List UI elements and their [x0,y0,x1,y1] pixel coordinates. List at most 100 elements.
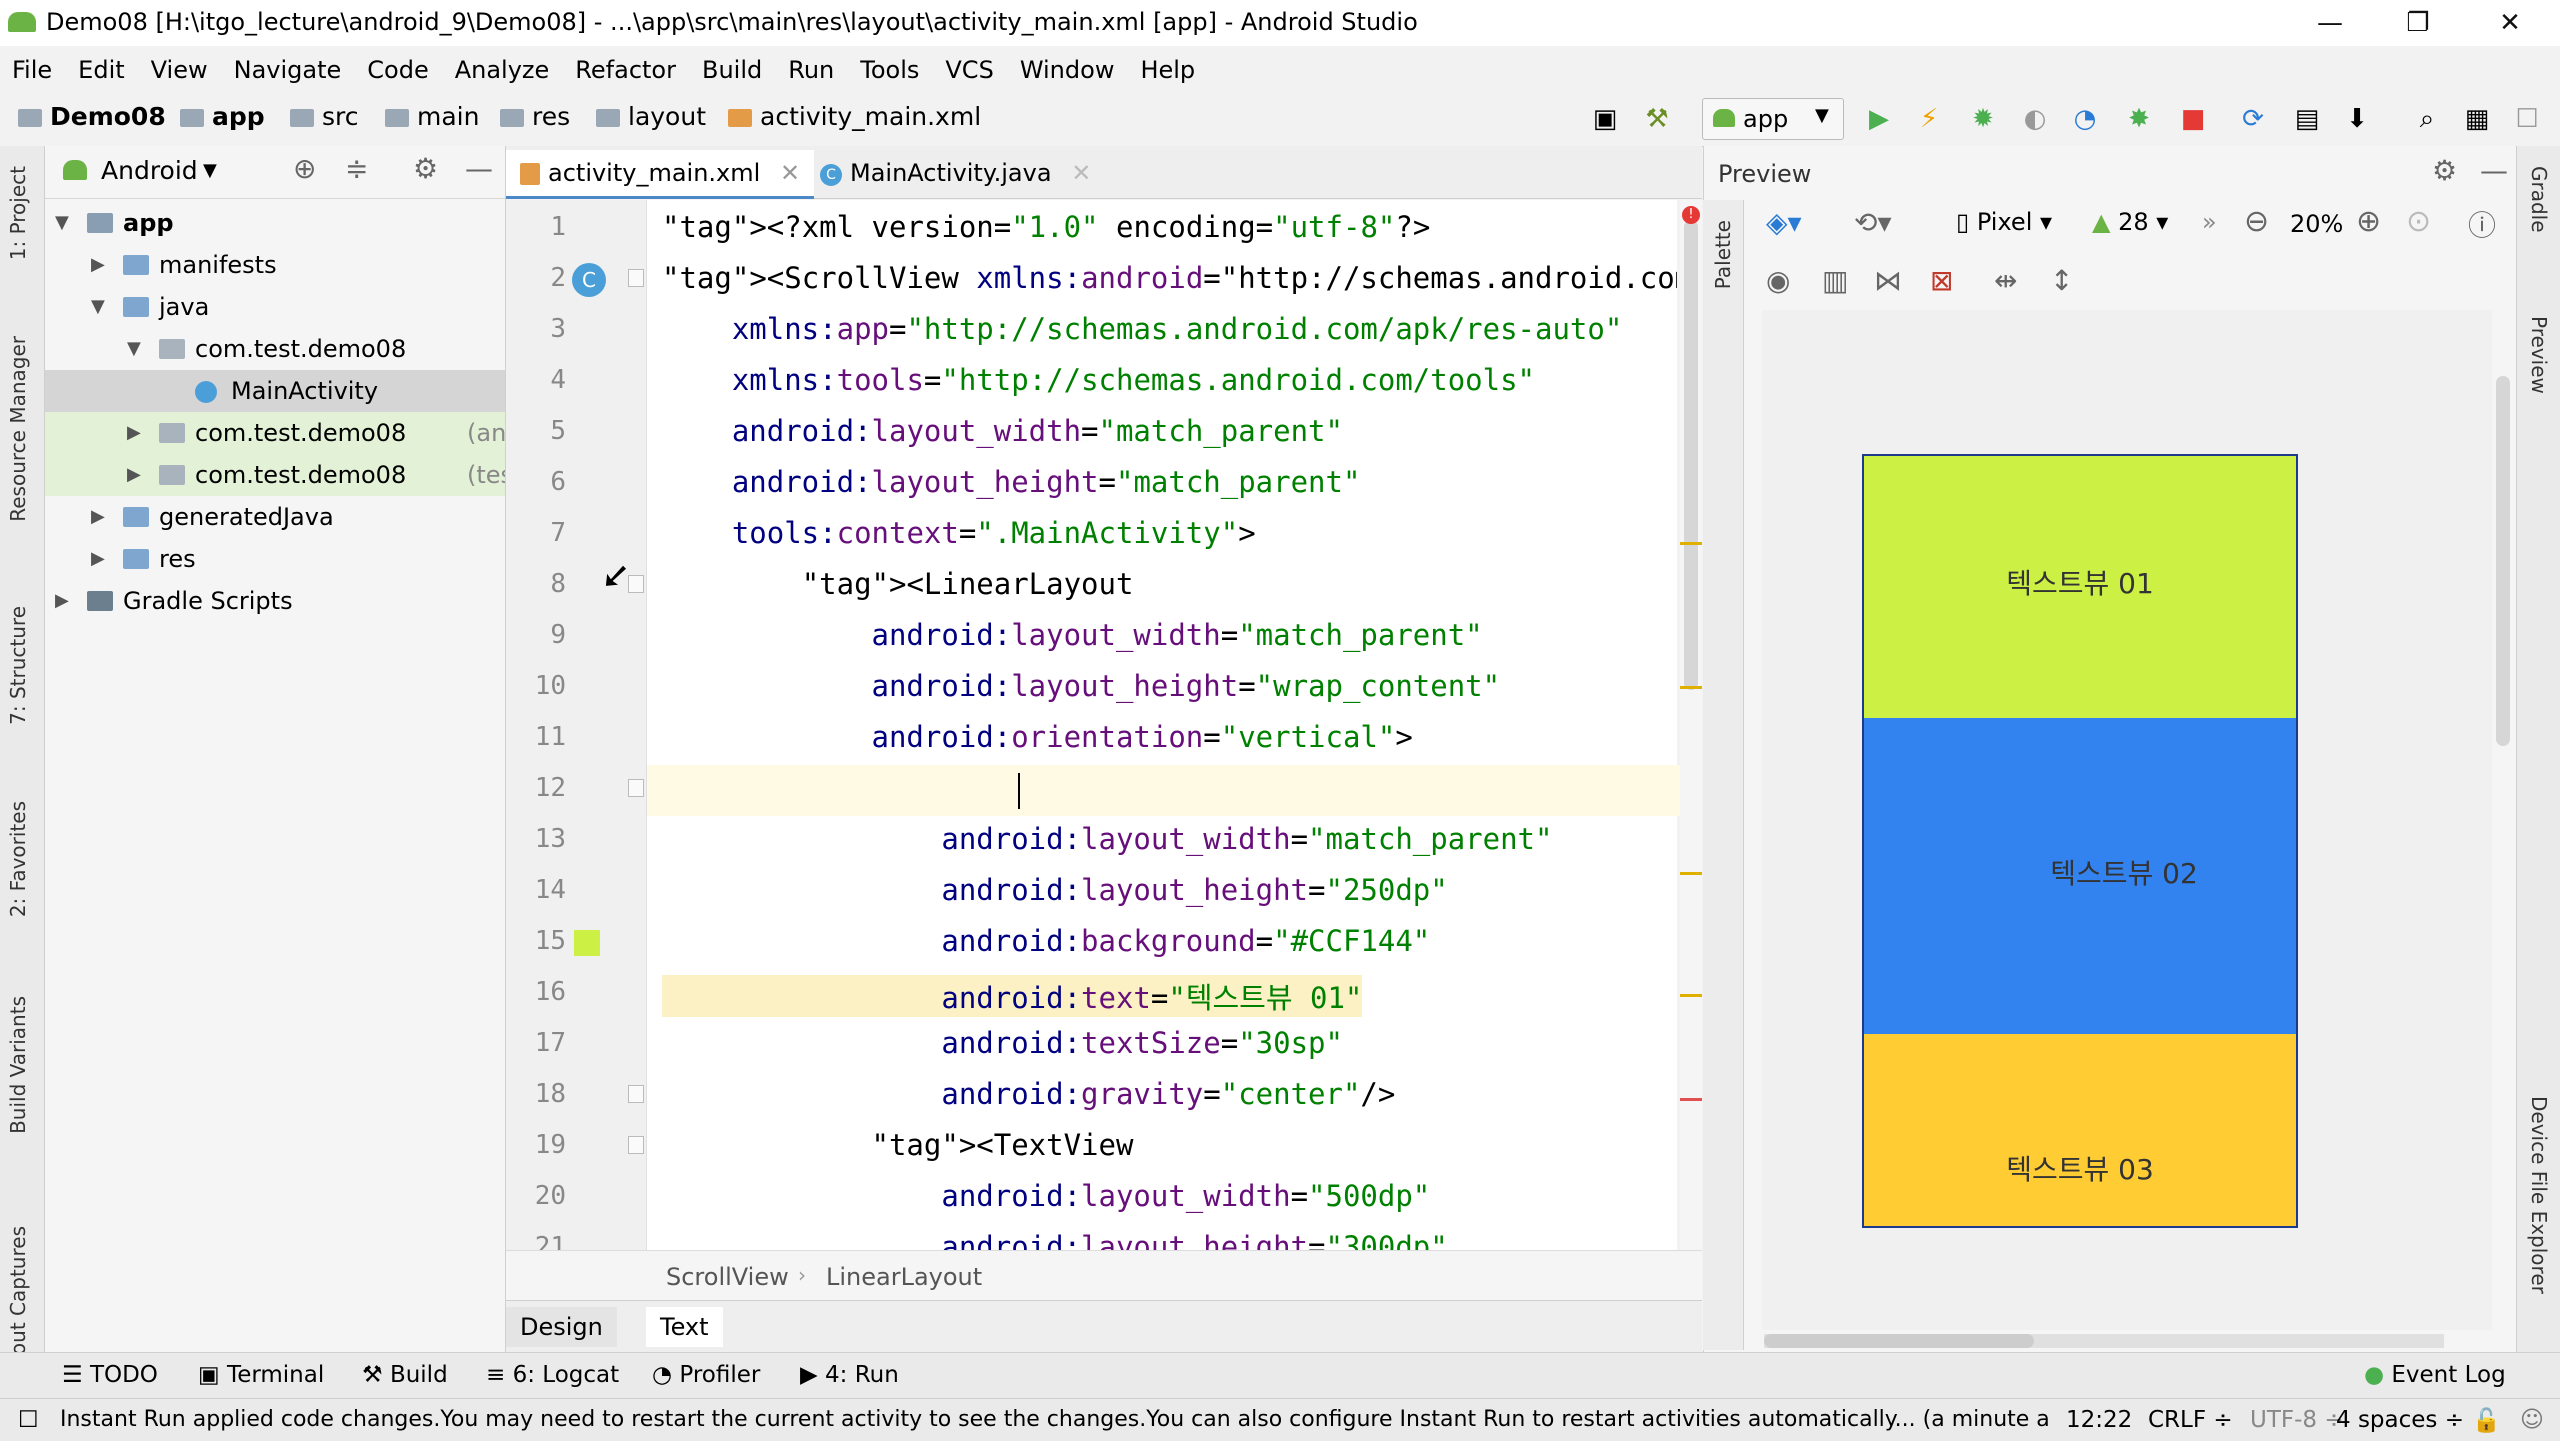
chevron-right-icon[interactable]: ▶ [55,580,69,622]
gear-icon[interactable]: ⚙ [413,152,438,185]
class-link-icon[interactable]: C [572,263,606,297]
minimize-button[interactable]: — [2300,4,2360,42]
line-separator[interactable]: CRLF ÷ [2148,1407,2233,1433]
device-dropdown[interactable]: ▯ Pixel ▾ [1956,208,2052,236]
pack-icon[interactable]: ⇹ [1994,264,2017,297]
tab-build-variants[interactable]: Build Variants [6,996,30,1134]
locate-icon[interactable]: ⊕ [293,152,316,185]
close-tab-icon[interactable]: ✕ [1071,159,1091,187]
tree-item[interactable]: ▶ generatedJava [45,496,505,538]
zoom-out-icon[interactable]: ⊖ [2244,204,2269,239]
gear-icon[interactable]: ⚙ [2432,154,2457,187]
autoconnect-icon[interactable]: ⋈ [1874,264,1902,297]
tab-text[interactable]: Text [646,1307,723,1347]
attach-debugger-icon[interactable]: ✸ [2122,102,2156,136]
fold-icon[interactable] [628,269,644,287]
clear-constraints-icon[interactable]: ⊠ [1930,264,1953,297]
orientation-icon[interactable]: ⟲▾ [1854,206,1892,239]
code-line[interactable]: android:layout_height="wrap_content" [662,669,1501,703]
fold-icon[interactable] [628,779,644,797]
code-line[interactable]: xmlns:tools="http://schemas.android.com/… [662,363,1535,397]
more-icon[interactable]: » [2202,208,2217,236]
breadcrumb-file[interactable]: activity_main.xml [728,102,981,131]
code-line[interactable]: "tag"><ScrollView xmlns:android="http://… [662,261,1677,295]
menu-navigate[interactable]: Navigate [234,46,342,84]
tree-item[interactable]: ▼ com.test.demo08 [45,328,505,370]
menu-window[interactable]: Window [1020,46,1115,84]
chevron-down-icon[interactable]: ▼ [203,160,217,181]
file-encoding[interactable]: UTF-8 ÷ [2250,1407,2344,1433]
project-structure-icon[interactable]: ▦ [2460,102,2494,136]
palette-tab[interactable]: Palette [1703,200,1744,1350]
tool-todo[interactable]: ☰ TODO [62,1362,158,1388]
breadcrumb-scrollview[interactable]: ScrollView [666,1263,789,1291]
indent-setting[interactable]: 4 spaces ÷ [2336,1407,2464,1433]
api-dropdown[interactable]: ▲ 28 ▾ [2092,208,2168,236]
tab-favorites[interactable]: 2: Favorites [6,801,30,917]
user-icon[interactable]: ☐ [2510,102,2544,136]
warning-icon[interactable]: ⓘ [2468,204,2496,244]
chevron-down-icon[interactable]: ▼ [91,286,105,328]
scrollbar-thumb[interactable] [1684,220,1698,690]
menu-help[interactable]: Help [1140,46,1195,84]
tool-logcat[interactable]: ≡ 6: Logcat [486,1362,619,1388]
chevron-right-icon[interactable]: ▶ [91,538,105,580]
tree-item[interactable]: ▶ res [45,538,505,580]
hide-panel-icon[interactable]: — [2480,154,2508,187]
code-line[interactable]: android:background="#CCF144" [662,924,1430,958]
breadcrumb-linearlayout[interactable]: LinearLayout [826,1263,982,1291]
avd-manager-icon[interactable]: ▤ [2290,102,2324,136]
tab-project[interactable]: 1: Project [6,166,30,260]
code-line[interactable]: android:orientation="vertical"> [662,720,1413,754]
zoom-fit-icon[interactable]: ⊙ [2406,204,2431,239]
menu-view[interactable]: View [151,46,208,84]
maximize-button[interactable]: ❐ [2388,4,2448,42]
zoom-in-icon[interactable]: ⊕ [2356,204,2381,239]
chevron-right-icon[interactable]: ▶ [91,496,105,538]
apply-changes-icon[interactable]: ⚡ [1912,102,1946,136]
menu-tools[interactable]: Tools [860,46,919,84]
breadcrumb-project[interactable]: Demo08 [18,102,166,131]
chevron-down-icon[interactable]: ▼ [127,328,141,370]
caret-position[interactable]: 12:22 [2066,1407,2132,1433]
menu-run[interactable]: Run [788,46,834,84]
profile-icon[interactable]: ◔ [2068,102,2102,136]
close-button[interactable]: ✕ [2480,4,2540,42]
breadcrumb-main[interactable]: main [385,102,479,131]
tree-item[interactable]: ▶ Gradle Scripts [45,580,505,622]
code-line[interactable]: android:gravity="center"/> [662,1077,1395,1111]
tab-device-file-explorer[interactable]: Device File Explorer [2527,1096,2551,1294]
collapse-all-icon[interactable]: ≑ [345,152,368,185]
coverage-icon[interactable]: ◐ [2018,102,2052,136]
textview-03[interactable]: 텍스트뷰 03 [1864,1034,2296,1226]
run-config-dropdown[interactable]: app ▼ [1702,98,1844,140]
code-line[interactable]: android:layout_width="match_parent" [662,618,1483,652]
tree-item[interactable]: ▼ app [45,202,505,244]
scrollbar-thumb[interactable] [1764,1334,2034,1348]
blueprint-icon[interactable]: ▥ [1822,264,1848,297]
chevron-right-icon[interactable]: ▶ [91,244,105,286]
tree-item[interactable]: MainActivity [45,370,505,412]
canvas-vertical-scrollbar[interactable] [2496,376,2510,746]
textview-02[interactable]: 텍스트뷰 02 [1864,718,2296,1034]
canvas-scrollbar[interactable] [1764,1334,2444,1348]
menu-code[interactable]: Code [367,46,428,84]
status-message[interactable]: Instant Run applied code changes.You may… [60,1407,2050,1432]
code-line[interactable]: android:layout_height="300dp" [662,1230,1447,1250]
breadcrumb-app[interactable]: app [180,102,265,131]
lock-icon[interactable]: 🔓 [2472,1407,2501,1434]
code-line[interactable]: android:layout_height="match_parent" [662,465,1361,499]
tab-structure[interactable]: 7: Structure [6,606,30,725]
code-line[interactable]: tools:context=".MainActivity"> [662,516,1256,550]
tab-gradle[interactable]: Gradle [2527,166,2551,233]
code-editor[interactable]: "tag"><?xml version="1.0" encoding="utf-… [647,200,1677,1250]
project-view-selector[interactable]: Android [101,156,198,185]
menu-analyze[interactable]: Analyze [455,46,550,84]
tool-event-log[interactable]: ● Event Log [2364,1362,2506,1388]
tab-resource-manager[interactable]: Resource Manager [6,336,30,522]
editor-scrollbar[interactable]: ! [1680,200,1702,1250]
tab-mainactivity-java[interactable]: C MainActivity.java ✕ [806,150,1105,196]
tool-build[interactable]: ⚒ Build [362,1362,448,1388]
code-line[interactable]: android:layout_width="match_parent" [662,822,1552,856]
breadcrumb-src[interactable]: src [290,102,359,131]
